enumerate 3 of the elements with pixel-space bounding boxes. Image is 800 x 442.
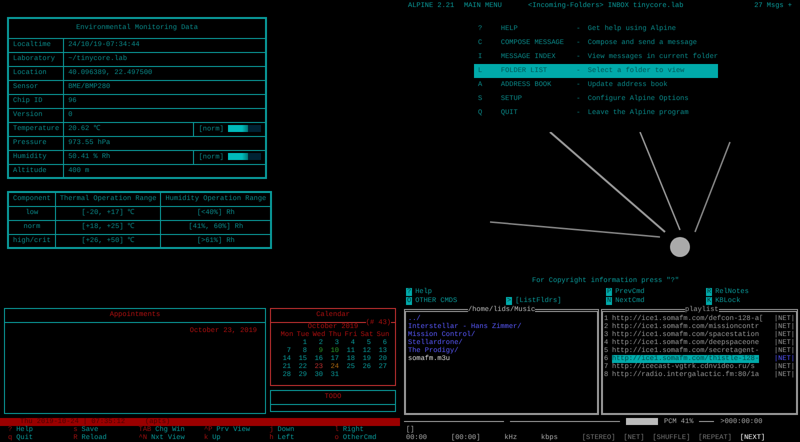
level-bar: [228, 152, 261, 160]
level-bar: [228, 124, 261, 132]
volume-bar: [626, 418, 658, 426]
